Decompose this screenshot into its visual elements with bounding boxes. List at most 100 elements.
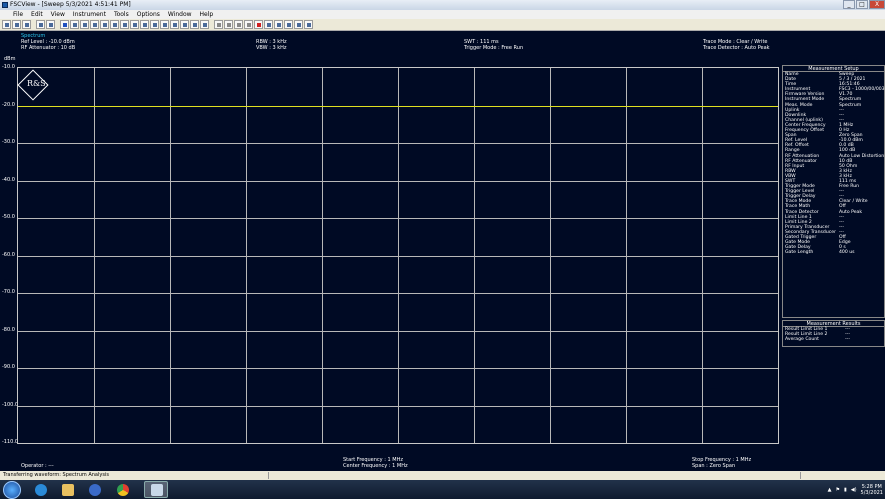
disconnect-icon[interactable] <box>80 20 89 29</box>
y-axis-tick-label: -60.0 <box>2 251 15 258</box>
pointer-icon[interactable] <box>214 20 223 29</box>
title-bar: FSCView - [Sweep 5/3/2021 4:51:41 PM] _ … <box>0 0 885 10</box>
folder-icon <box>62 484 74 496</box>
menu-edit[interactable]: Edit <box>31 10 43 19</box>
grid-line-vertical <box>474 68 475 443</box>
clock[interactable]: 5:28 PM 5/3/2021 <box>861 484 883 496</box>
menu-help[interactable]: Help <box>200 10 214 19</box>
close-button[interactable]: X <box>869 0 885 9</box>
span-label: Span : Zero Span <box>692 463 736 469</box>
volume-icon[interactable]: ◀) <box>851 487 857 493</box>
taskbar-explorer[interactable] <box>57 481 79 498</box>
setup-row: Gate Length 400 us <box>783 250 884 255</box>
peak-icon[interactable] <box>140 20 149 29</box>
marker-icon[interactable] <box>130 20 139 29</box>
maximize-button[interactable]: □ <box>856 0 868 9</box>
limit-icon[interactable] <box>160 20 169 29</box>
fscview-icon <box>151 484 163 496</box>
text-icon[interactable] <box>244 20 253 29</box>
trigger-mode-label: Trigger Mode : Free Run <box>464 45 524 51</box>
channel-icon[interactable] <box>190 20 199 29</box>
menu-options[interactable]: Options <box>137 10 160 19</box>
taskbar-ie[interactable] <box>30 481 52 498</box>
info-icon[interactable] <box>304 20 313 29</box>
record-icon[interactable] <box>254 20 263 29</box>
menu-view[interactable]: View <box>51 10 65 19</box>
unit-label: dBm <box>4 56 16 62</box>
grid-line-vertical <box>550 68 551 443</box>
clock-date: 5/3/2021 <box>860 490 883 496</box>
zoom-icon[interactable] <box>150 20 159 29</box>
arrow-up-icon[interactable]: ▲ <box>828 487 832 493</box>
grid-line-horizontal <box>18 255 778 257</box>
minimize-button[interactable]: _ <box>843 0 855 9</box>
rf-attenuator-label: RF Attenuator : 10 dB <box>21 45 76 51</box>
flag-icon[interactable]: ⚑ <box>835 487 839 493</box>
dataset-icon[interactable] <box>110 20 119 29</box>
save-icon[interactable] <box>22 20 31 29</box>
grid-line-horizontal <box>18 330 778 332</box>
instrument-icon[interactable] <box>60 20 69 29</box>
screenshot-icon[interactable] <box>100 20 109 29</box>
logo-mark: R&S <box>27 79 46 88</box>
taskbar-media-player[interactable] <box>84 481 106 498</box>
y-axis-tick-label: -50.0 <box>2 214 15 220</box>
system-tray: ▲ ⚑ ▮ ◀) 5:28 PM 5/3/2021 <box>828 482 883 498</box>
wizard-icon[interactable] <box>294 20 303 29</box>
print-icon[interactable] <box>36 20 45 29</box>
grid-line-horizontal <box>18 405 778 407</box>
y-axis-tick-label: -90.0 <box>2 364 15 370</box>
taskbar-fscview[interactable] <box>144 481 168 498</box>
status-bar: Transferring waveform: Spectrum Analysis <box>0 471 885 480</box>
center-frequency-label: Center Frequency : 1 MHz <box>343 463 408 469</box>
toolbar <box>0 19 885 31</box>
spectrum-plot[interactable]: R&S <box>17 67 779 444</box>
grid-icon[interactable] <box>274 20 283 29</box>
y-axis-tick-label: -110.0 <box>2 439 19 445</box>
network-icon[interactable]: ▮ <box>844 487 847 493</box>
y-axis-tick-label: -20.0 <box>2 101 15 108</box>
menu-instrument[interactable]: Instrument <box>73 10 106 19</box>
y-axis-tick-label: -10.0 <box>2 64 15 70</box>
measurement-setup-panel: Measurement Setup Name Sweep Date 5 / 3 / 2… <box>782 65 885 318</box>
trace-line <box>18 105 778 107</box>
status-text: Transferring waveform: Spectrum Analysis <box>3 472 109 478</box>
y-axis-tick-label: -30.0 <box>2 139 15 145</box>
toolbar-separator <box>32 20 35 29</box>
menu-file[interactable]: File <box>13 10 23 19</box>
y-axis-tick-label: -100.0 <box>2 401 19 408</box>
menu-window[interactable]: Window <box>168 10 192 19</box>
hand-icon[interactable] <box>224 20 233 29</box>
y-axis-tick-label: -80.0 <box>2 326 15 333</box>
operator-label: Operator : --- <box>21 463 54 469</box>
cable-icon[interactable] <box>180 20 189 29</box>
measure-icon[interactable] <box>234 20 243 29</box>
y-axis-tick-label: -70.0 <box>2 289 15 295</box>
table-icon[interactable] <box>120 20 129 29</box>
grid-line-horizontal <box>18 293 778 294</box>
result-value: --- <box>845 337 850 343</box>
transducer-icon[interactable] <box>170 20 179 29</box>
toolbar-separator <box>210 20 213 29</box>
color-icon[interactable] <box>284 20 293 29</box>
setup-value: 400 us <box>839 250 855 256</box>
status-separator <box>268 472 269 479</box>
measurement-results-panel: Measurement Results Result Limit Line 1-… <box>782 320 885 347</box>
setup-icon[interactable] <box>200 20 209 29</box>
stop-icon[interactable] <box>264 20 273 29</box>
measurement-view: Spectrum Ref Level : -10.0 dBm RF Attenu… <box>0 31 885 471</box>
result-row: Average Count --- <box>783 337 884 342</box>
transfer-icon[interactable] <box>90 20 99 29</box>
app-icon <box>2 2 8 8</box>
menu-tools[interactable]: Tools <box>114 10 129 19</box>
media-player-icon <box>89 484 101 496</box>
open-icon[interactable] <box>12 20 21 29</box>
new-icon[interactable] <box>2 20 11 29</box>
grid-line-vertical <box>702 68 703 443</box>
taskbar-chrome[interactable] <box>112 481 134 498</box>
result-key: Average Count <box>785 337 819 343</box>
internet-explorer-icon <box>35 484 47 496</box>
copy-icon[interactable] <box>46 20 55 29</box>
connect-icon[interactable] <box>70 20 79 29</box>
start-button[interactable] <box>3 481 21 499</box>
